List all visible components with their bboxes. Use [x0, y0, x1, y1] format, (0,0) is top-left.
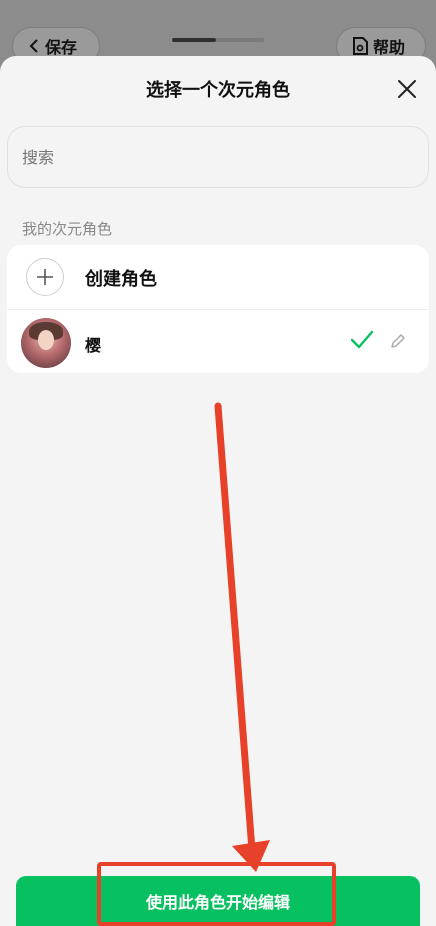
save-label: 保存 — [45, 38, 78, 57]
search-input[interactable] — [7, 126, 429, 188]
character-list: 创建角色 樱 — [7, 245, 429, 373]
sheet-title: 选择一个次元角色 — [146, 80, 290, 101]
close-icon[interactable] — [396, 78, 418, 100]
character-name: 樱 — [85, 336, 102, 355]
check-icon — [350, 330, 374, 349]
character-picker-sheet: 选择一个次元角色 我的次元角色 创建角色 樱 — [0, 56, 436, 926]
help-doc-icon — [353, 37, 368, 55]
avatar — [21, 318, 71, 368]
section-label: 我的次元角色 — [22, 220, 113, 238]
plus-icon — [37, 269, 53, 285]
add-circle — [26, 258, 64, 296]
use-character-button[interactable]: 使用此角色开始编辑 — [16, 876, 420, 926]
help-label: 帮助 — [373, 38, 406, 57]
avatar-face — [38, 330, 54, 350]
create-character-label: 创建角色 — [85, 269, 157, 290]
chevron-left-icon — [29, 39, 38, 53]
pencil-icon[interactable] — [389, 332, 407, 350]
create-character-row[interactable]: 创建角色 — [7, 245, 429, 309]
page-indicator-fill — [172, 38, 216, 42]
list-item[interactable]: 樱 — [7, 309, 429, 373]
